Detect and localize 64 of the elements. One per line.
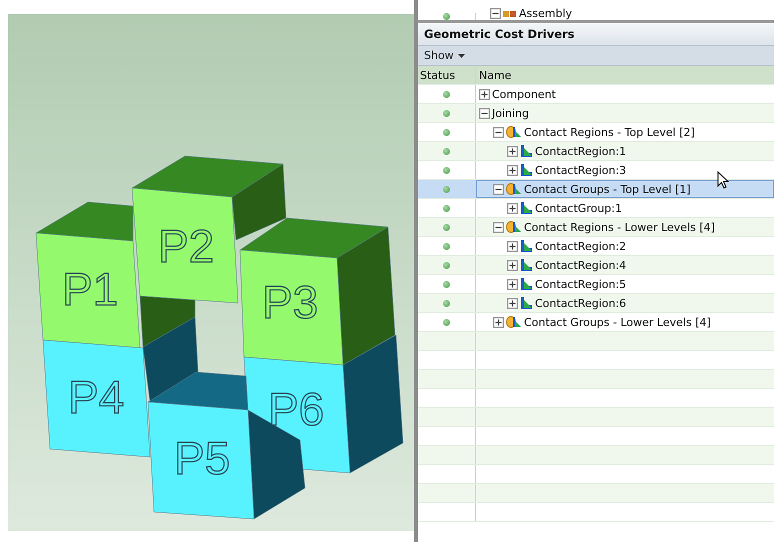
region-icon	[520, 240, 533, 252]
panel-title: Geometric Cost Drivers	[424, 27, 575, 41]
status-dot	[443, 262, 450, 268]
expand-icon[interactable]	[507, 260, 518, 270]
column-header[interactable]: Name	[479, 68, 512, 82]
tree-item[interactable]: ContactRegion:3	[535, 164, 626, 176]
status-dot	[443, 318, 450, 326]
tree-item[interactable]: Joining	[492, 106, 530, 120]
tree-item[interactable]: Assembly	[519, 7, 572, 20]
status-dot	[443, 166, 450, 174]
collapse-icon[interactable]	[493, 184, 504, 194]
status-dot	[443, 148, 450, 154]
tree-item[interactable]: ContactRegion:4	[535, 258, 626, 272]
part-label: P4	[68, 371, 124, 423]
status-dot	[443, 224, 450, 230]
region-icon	[520, 297, 533, 309]
tree-item[interactable]: ContactRegion:2	[535, 240, 626, 252]
show-menu-button[interactable]: Show	[422, 49, 467, 62]
part-label: P6	[268, 383, 324, 435]
expand-icon[interactable]	[479, 88, 490, 100]
collapse-icon[interactable]	[493, 222, 504, 232]
collapse-icon[interactable]	[490, 8, 501, 19]
expand-icon[interactable]	[507, 202, 518, 214]
region-icon	[520, 202, 533, 214]
3d-viewport[interactable]: P1 P2 P3 P4 P5 P6	[8, 14, 414, 531]
expand-icon[interactable]	[493, 316, 504, 328]
region-icon	[520, 145, 533, 157]
tree-item[interactable]: Contact Groups - Lower Levels [4]	[524, 316, 711, 328]
status-dot	[443, 300, 450, 306]
status-dot	[443, 13, 450, 20]
region-icon	[520, 278, 533, 290]
caret-icon	[458, 54, 465, 58]
part-label: P3	[262, 276, 318, 328]
group-icon	[506, 126, 522, 138]
group-icon	[506, 183, 522, 195]
part-label: P1	[62, 263, 118, 315]
tree-item[interactable]: ContactRegion:1	[535, 144, 626, 158]
group-icon	[506, 316, 522, 328]
tree-item[interactable]: ContactGroup:1	[535, 202, 622, 214]
expand-icon[interactable]	[507, 164, 518, 176]
tree-item[interactable]: ContactRegion:6	[535, 296, 626, 310]
status-dot	[443, 128, 450, 136]
status-dot	[443, 90, 450, 98]
tree-item[interactable]: ContactRegion:5	[535, 278, 626, 290]
status-dot	[443, 186, 450, 192]
status-dot	[443, 110, 450, 116]
region-icon	[520, 164, 533, 176]
expand-icon[interactable]	[507, 146, 518, 156]
status-dot	[443, 242, 450, 250]
group-icon	[506, 221, 522, 233]
status-dot	[443, 280, 450, 288]
part-label: P5	[174, 432, 230, 484]
tree-item[interactable]: Component	[492, 88, 556, 100]
expand-icon[interactable]	[507, 278, 518, 290]
tree-item[interactable]: Contact Regions - Top Level [2]	[524, 126, 695, 138]
collapse-icon[interactable]	[493, 126, 504, 138]
column-header[interactable]: Status	[420, 68, 456, 82]
collapse-icon[interactable]	[479, 108, 490, 118]
region-icon	[520, 259, 533, 271]
expand-icon[interactable]	[507, 240, 518, 252]
assembly-icon	[503, 8, 517, 18]
part-label: P2	[158, 220, 214, 272]
expand-icon[interactable]	[507, 298, 518, 308]
status-dot	[443, 204, 450, 212]
